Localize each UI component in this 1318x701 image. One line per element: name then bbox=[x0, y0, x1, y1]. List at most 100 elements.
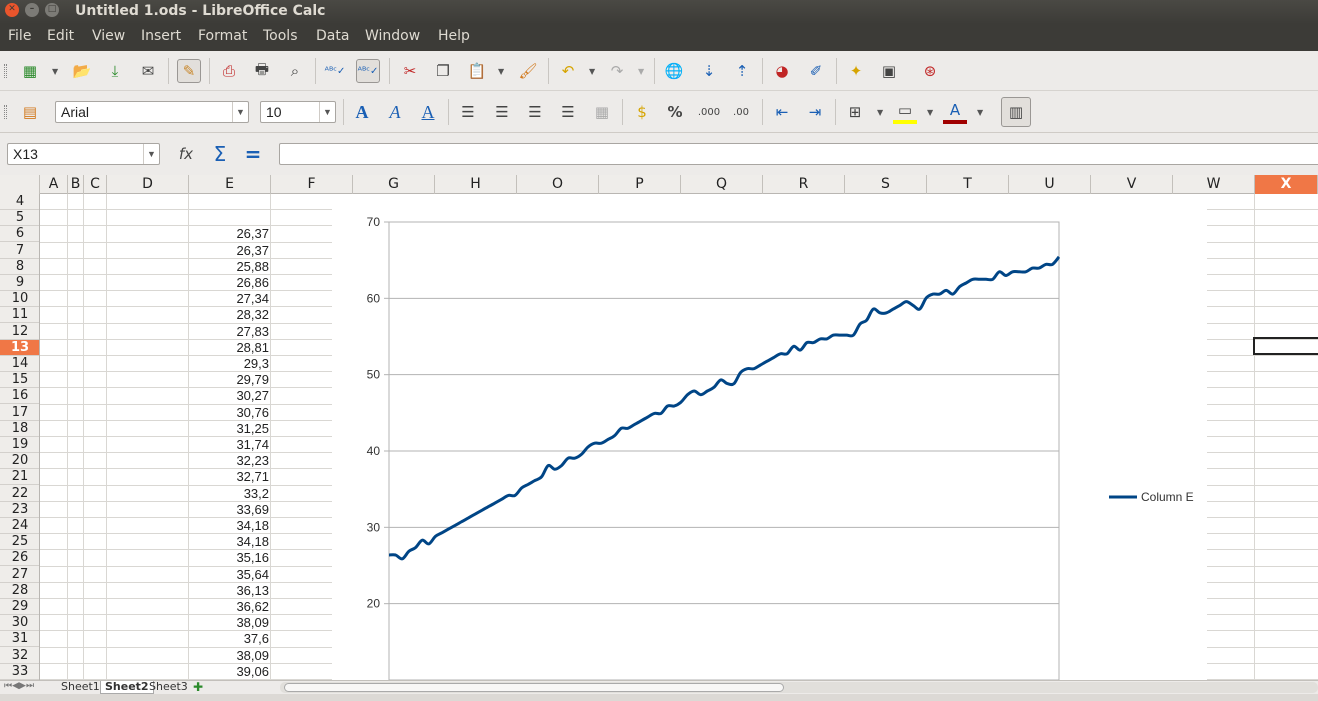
column-header[interactable]: B bbox=[68, 175, 84, 194]
row-header[interactable]: 20 bbox=[0, 453, 39, 470]
open-folder-icon[interactable]: 📂 bbox=[70, 59, 94, 83]
row-header[interactable]: 32 bbox=[0, 648, 39, 664]
row-header[interactable]: 24 bbox=[0, 518, 39, 534]
row-header[interactable]: 5 bbox=[0, 210, 39, 227]
row-header[interactable]: 9 bbox=[0, 275, 39, 291]
column-header-selected[interactable]: X bbox=[1255, 175, 1318, 194]
column-header[interactable]: V bbox=[1091, 175, 1173, 194]
cell-e-value[interactable]: 30,76 bbox=[190, 405, 270, 421]
column-header[interactable]: T bbox=[927, 175, 1009, 194]
menu-view[interactable]: View bbox=[92, 28, 125, 44]
redo-dropdown-icon[interactable]: ▼ bbox=[638, 67, 644, 76]
insert-chart-icon[interactable]: ◕ bbox=[770, 59, 794, 83]
cell-e-value[interactable]: 36,62 bbox=[190, 599, 270, 615]
row-header[interactable]: 29 bbox=[0, 599, 39, 615]
row-header[interactable]: 14 bbox=[0, 356, 39, 372]
equals-icon[interactable]: = bbox=[241, 142, 265, 166]
standard-number-format-icon[interactable]: .000 bbox=[697, 100, 721, 124]
row-header[interactable]: 15 bbox=[0, 372, 39, 389]
font-color-icon[interactable]: A bbox=[943, 100, 967, 124]
menu-file[interactable]: File bbox=[8, 28, 31, 44]
menu-help[interactable]: Help bbox=[438, 28, 470, 44]
horizontal-scrollbar[interactable] bbox=[280, 682, 1318, 693]
sheet-tab[interactable]: Sheet1 bbox=[57, 681, 104, 694]
cell-e-value[interactable]: 27,83 bbox=[190, 324, 270, 340]
undo-dropdown-icon[interactable]: ▼ bbox=[589, 67, 595, 76]
row-header[interactable]: 11 bbox=[0, 307, 39, 324]
select-all-corner[interactable] bbox=[0, 175, 40, 194]
close-window-button[interactable]: ✕ bbox=[5, 3, 19, 17]
line-chart[interactable]: 20 30 40 50 60 70 Column E bbox=[332, 194, 1207, 680]
sort-descending-icon[interactable]: ⇡ bbox=[730, 59, 754, 83]
styles-icon[interactable]: ▤ bbox=[18, 100, 42, 124]
cut-icon[interactable]: ✂ bbox=[398, 59, 422, 83]
row-header[interactable]: 21 bbox=[0, 469, 39, 486]
chevron-down-icon[interactable]: ▼ bbox=[232, 102, 248, 122]
paste-icon[interactable]: 📋 bbox=[465, 59, 489, 83]
row-header[interactable]: 22 bbox=[0, 486, 39, 502]
menu-window[interactable]: Window bbox=[365, 28, 420, 44]
print-icon[interactable]: 🖶 bbox=[250, 59, 274, 83]
column-header[interactable]: U bbox=[1009, 175, 1091, 194]
background-color-icon[interactable]: ▭ bbox=[893, 100, 917, 124]
add-decimal-icon[interactable]: .00 bbox=[729, 100, 753, 124]
row-header[interactable]: 19 bbox=[0, 437, 39, 453]
italic-icon[interactable]: A bbox=[383, 100, 407, 124]
selected-cell-cursor[interactable] bbox=[1253, 337, 1318, 355]
merge-cells-icon[interactable]: ▦ bbox=[590, 100, 614, 124]
cell-e-value[interactable]: 29,3 bbox=[190, 356, 270, 372]
cell-e-value[interactable]: 34,18 bbox=[190, 518, 270, 534]
toolbar-grip[interactable] bbox=[4, 64, 7, 78]
sum-icon[interactable]: Σ bbox=[208, 142, 232, 166]
cell-e-value[interactable]: 36,13 bbox=[190, 583, 270, 599]
cell-e-value[interactable]: 28,32 bbox=[190, 307, 270, 323]
font-color-dropdown-icon[interactable]: ▼ bbox=[977, 108, 983, 117]
align-center-icon[interactable]: ☰ bbox=[490, 100, 514, 124]
justify-icon[interactable]: ☰ bbox=[556, 100, 580, 124]
sort-ascending-icon[interactable]: ⇣ bbox=[697, 59, 721, 83]
row-header[interactable]: 4 bbox=[0, 194, 39, 210]
toolbar-grip[interactable] bbox=[4, 105, 7, 119]
row-header[interactable]: 23 bbox=[0, 502, 39, 518]
new-document-icon[interactable]: ▦ bbox=[18, 59, 42, 83]
toggle-grid-icon[interactable]: ▥ bbox=[1001, 97, 1031, 127]
row-header[interactable]: 25 bbox=[0, 534, 39, 551]
function-wizard-icon[interactable]: fx bbox=[174, 142, 198, 166]
save-icon[interactable]: ⤓ bbox=[103, 59, 127, 83]
font-name-box[interactable]: Arial ▼ bbox=[55, 101, 249, 123]
menu-edit[interactable]: Edit bbox=[47, 28, 74, 44]
column-header[interactable]: D bbox=[107, 175, 189, 194]
maximize-window-button[interactable]: □ bbox=[45, 3, 59, 17]
chevron-down-icon[interactable]: ▼ bbox=[143, 144, 159, 164]
cell-e-value[interactable]: 35,16 bbox=[190, 550, 270, 566]
column-header[interactable]: G bbox=[353, 175, 435, 194]
scrollbar-thumb[interactable] bbox=[284, 683, 784, 692]
currency-format-icon[interactable]: $ bbox=[630, 100, 654, 124]
row-header[interactable]: 30 bbox=[0, 615, 39, 632]
row-header[interactable]: 13 bbox=[0, 339, 39, 356]
row-header[interactable]: 28 bbox=[0, 583, 39, 599]
row-header[interactable]: 17 bbox=[0, 405, 39, 421]
cell-e-value[interactable]: 26,86 bbox=[190, 275, 270, 291]
column-header[interactable]: A bbox=[40, 175, 68, 194]
underline-icon[interactable]: A bbox=[416, 100, 440, 124]
font-size-box[interactable]: 10 ▼ bbox=[260, 101, 336, 123]
menu-format[interactable]: Format bbox=[198, 28, 247, 44]
copy-icon[interactable]: ❐ bbox=[431, 59, 455, 83]
decrease-indent-icon[interactable]: ⇤ bbox=[770, 100, 794, 124]
row-header[interactable]: 8 bbox=[0, 259, 39, 275]
row-header[interactable]: 7 bbox=[0, 243, 39, 259]
background-color-dropdown-icon[interactable]: ▼ bbox=[927, 108, 933, 117]
hyperlink-icon[interactable]: 🌐 bbox=[662, 59, 686, 83]
sheet-tab[interactable]: Sheet3 bbox=[145, 681, 192, 694]
borders-icon[interactable]: ⊞ bbox=[843, 100, 867, 124]
menu-tools[interactable]: Tools bbox=[263, 28, 298, 44]
cell-e-value[interactable]: 35,64 bbox=[190, 567, 270, 583]
cell-e-value[interactable]: 26,37 bbox=[190, 226, 270, 242]
cell-e-value[interactable]: 31,74 bbox=[190, 437, 270, 453]
row-header[interactable]: 12 bbox=[0, 324, 39, 340]
cell-e-value[interactable]: 38,09 bbox=[190, 648, 270, 664]
row-header[interactable]: 6 bbox=[0, 226, 39, 243]
new-dropdown-icon[interactable]: ▼ bbox=[52, 67, 58, 76]
column-header[interactable]: F bbox=[271, 175, 353, 194]
